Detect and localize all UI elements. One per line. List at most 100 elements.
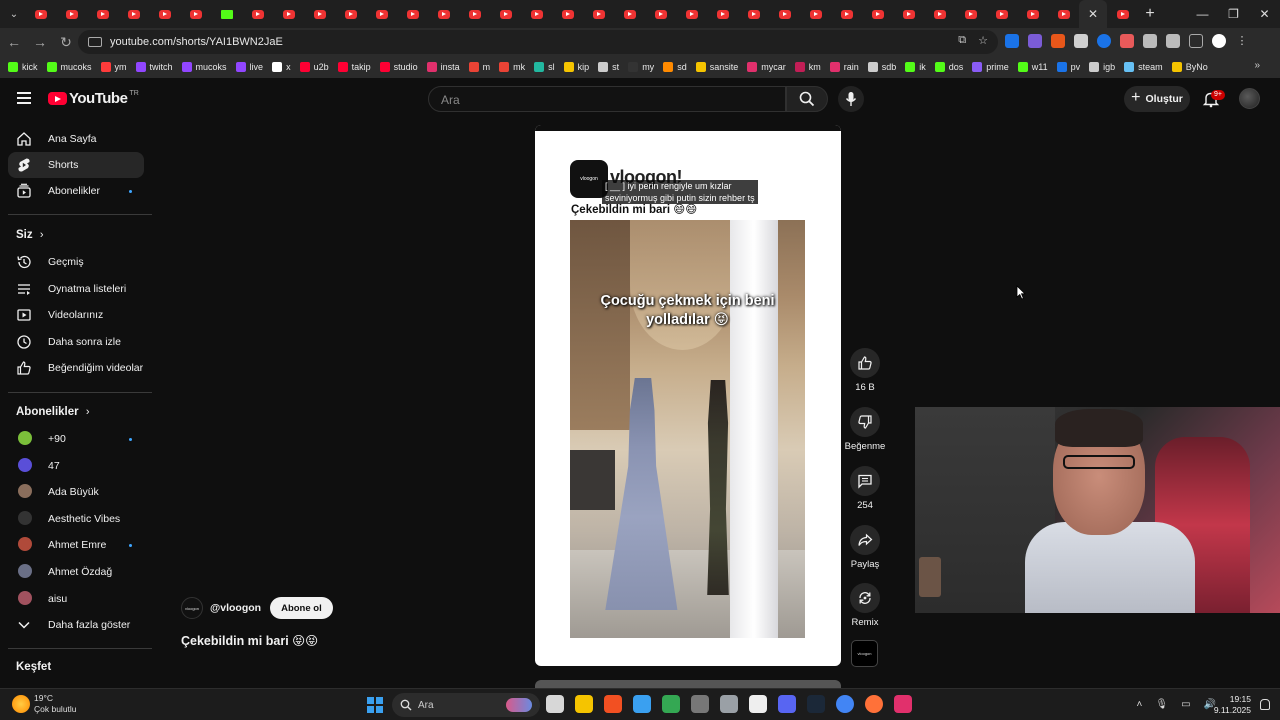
- bookmark-item[interactable]: km: [794, 62, 821, 72]
- browser-tab[interactable]: [1107, 0, 1138, 28]
- next-short-preview[interactable]: [535, 680, 841, 688]
- reload-button[interactable]: ↻: [54, 34, 78, 51]
- restore-button[interactable]: ❐: [1218, 0, 1249, 28]
- browser-tab[interactable]: [955, 0, 986, 28]
- sidebar-item-shorts[interactable]: Shorts: [8, 152, 144, 178]
- sidebar-item-liked-videos[interactable]: Beğendiğim videolar: [8, 355, 144, 381]
- bookmark-item[interactable]: twitch: [135, 62, 173, 72]
- browser-tab[interactable]: [893, 0, 924, 28]
- sidebar-you-heading[interactable]: Siz ›: [16, 229, 44, 241]
- browser-tab[interactable]: [25, 0, 56, 28]
- sidebar-subscription-item[interactable]: Ada Büyük: [8, 479, 144, 505]
- browser-tab[interactable]: [366, 0, 397, 28]
- browser-tab[interactable]: [614, 0, 645, 28]
- browser-tab[interactable]: [273, 0, 304, 28]
- firefox-icon[interactable]: [865, 695, 883, 713]
- close-window-button[interactable]: ✕: [1249, 0, 1280, 28]
- menu-icon[interactable]: [17, 92, 31, 104]
- network-icon[interactable]: ▭: [1181, 699, 1190, 710]
- browser-tab[interactable]: [552, 0, 583, 28]
- bookmark-item[interactable]: studio: [379, 62, 418, 72]
- chatgpt-icon[interactable]: [691, 695, 709, 713]
- extension-icon[interactable]: [1028, 34, 1042, 48]
- bookmark-item[interactable]: ik: [905, 62, 926, 72]
- bookmark-item[interactable]: dos: [934, 62, 963, 72]
- browser-tab-active[interactable]: ✕: [1079, 0, 1107, 28]
- sidebar-item-history[interactable]: Geçmiş: [8, 249, 144, 275]
- browser-tab[interactable]: [707, 0, 738, 28]
- sidebar-subscription-item[interactable]: Ahmet Emre: [8, 532, 144, 558]
- video-title[interactable]: Çekebildin mi bari 😝😝: [181, 633, 318, 648]
- channel-avatar[interactable]: vloogon: [181, 597, 203, 619]
- create-button[interactable]: + Oluştur: [1124, 86, 1190, 112]
- sidebar-item-watch-later[interactable]: Daha sonra izle: [8, 329, 144, 355]
- browser-tab[interactable]: [211, 0, 242, 28]
- bookmark-item[interactable]: sdb: [867, 62, 896, 72]
- steam-icon[interactable]: [807, 695, 825, 713]
- bookmark-item[interactable]: sl: [534, 62, 555, 72]
- minimize-button[interactable]: —: [1187, 0, 1218, 28]
- browser-tab[interactable]: [56, 0, 87, 28]
- sidebar-item-home[interactable]: Ana Sayfa: [8, 126, 144, 152]
- bookmark-item[interactable]: insta: [426, 62, 460, 72]
- sidebar-subscription-item[interactable]: +90: [8, 426, 144, 452]
- extension-icon[interactable]: [1074, 34, 1088, 48]
- browser-tab[interactable]: [521, 0, 552, 28]
- bookmark-item[interactable]: w11: [1017, 62, 1048, 72]
- task-view-icon[interactable]: [546, 695, 564, 713]
- browser-tab[interactable]: [335, 0, 366, 28]
- sidebar-subscription-item[interactable]: 47: [8, 453, 144, 479]
- sidebar-subscriptions-heading[interactable]: Abonelikler ›: [16, 406, 90, 418]
- bookmark-item[interactable]: my: [628, 62, 654, 72]
- browser-tab[interactable]: [1048, 0, 1079, 28]
- settings-icon[interactable]: [633, 695, 651, 713]
- extension-icon[interactable]: [1005, 34, 1019, 48]
- media-control-icon[interactable]: [1189, 34, 1203, 48]
- bookmark-item[interactable]: x: [272, 62, 291, 72]
- bookmark-item[interactable]: sd: [663, 62, 687, 72]
- browser-tab[interactable]: [676, 0, 707, 28]
- browser-tab[interactable]: [118, 0, 149, 28]
- bookmark-star-icon[interactable]: ☆: [978, 34, 988, 47]
- bookmark-item[interactable]: mycar: [747, 62, 786, 72]
- discord-icon[interactable]: [778, 695, 796, 713]
- browser-tab[interactable]: [583, 0, 614, 28]
- browser-tab[interactable]: [800, 0, 831, 28]
- sound-channel-thumbnail[interactable]: vloogon: [851, 640, 878, 667]
- browser-tab[interactable]: [87, 0, 118, 28]
- browser-tab[interactable]: [242, 0, 273, 28]
- close-tab-icon[interactable]: ✕: [1088, 7, 1098, 21]
- sidebar-item-subscriptions[interactable]: Abonelikler: [8, 178, 144, 204]
- browser-tab[interactable]: [738, 0, 769, 28]
- sidebar-item-your-videos[interactable]: Videolarınız: [8, 302, 144, 328]
- microphone-tray-icon[interactable]: 🎙: [1155, 699, 1168, 710]
- install-app-icon[interactable]: ⧉: [958, 34, 966, 47]
- sidebar-subscription-item[interactable]: Aesthetic Vibes: [8, 506, 144, 532]
- bookmark-item[interactable]: st: [598, 62, 619, 72]
- search-input[interactable]: Ara: [428, 86, 786, 112]
- sidebar-subscription-item[interactable]: Ahmet Özdağ: [8, 559, 144, 585]
- bookmark-item[interactable]: mucoks: [181, 62, 227, 72]
- bookmark-item[interactable]: sansite: [695, 62, 738, 72]
- taskbar-clock[interactable]: 19:15 9.11.2025: [1214, 694, 1251, 716]
- dislike-action[interactable]: Beğenme: [844, 407, 886, 452]
- steelseries-icon[interactable]: [720, 695, 738, 713]
- browser-tab[interactable]: [304, 0, 335, 28]
- store-icon[interactable]: [604, 695, 622, 713]
- shorts-video-player[interactable]: vloogon vloogon! [ __ ] iyi perin rengiy…: [535, 125, 841, 666]
- bookmarks-overflow-icon[interactable]: »: [1254, 60, 1260, 71]
- notification-center-icon[interactable]: [1260, 699, 1270, 710]
- profile-icon[interactable]: [1212, 34, 1226, 48]
- browser-tab[interactable]: [924, 0, 955, 28]
- browser-tab[interactable]: [149, 0, 180, 28]
- omnibox[interactable]: youtube.com/shorts/YAI1BWN2JaE ⧉ ☆: [78, 30, 998, 54]
- bookmark-item[interactable]: pv: [1056, 62, 1080, 72]
- sidebar-subscription-item[interactable]: aisu: [8, 586, 144, 612]
- browser-tab[interactable]: [986, 0, 1017, 28]
- weather-widget[interactable]: 19°C Çok bulutlu: [12, 693, 77, 715]
- bookmark-item[interactable]: kip: [563, 62, 589, 72]
- browser-tab[interactable]: [490, 0, 521, 28]
- subscribe-button[interactable]: Abone ol: [270, 597, 333, 619]
- bookmark-item[interactable]: takip: [337, 62, 371, 72]
- browser-tab[interactable]: [397, 0, 428, 28]
